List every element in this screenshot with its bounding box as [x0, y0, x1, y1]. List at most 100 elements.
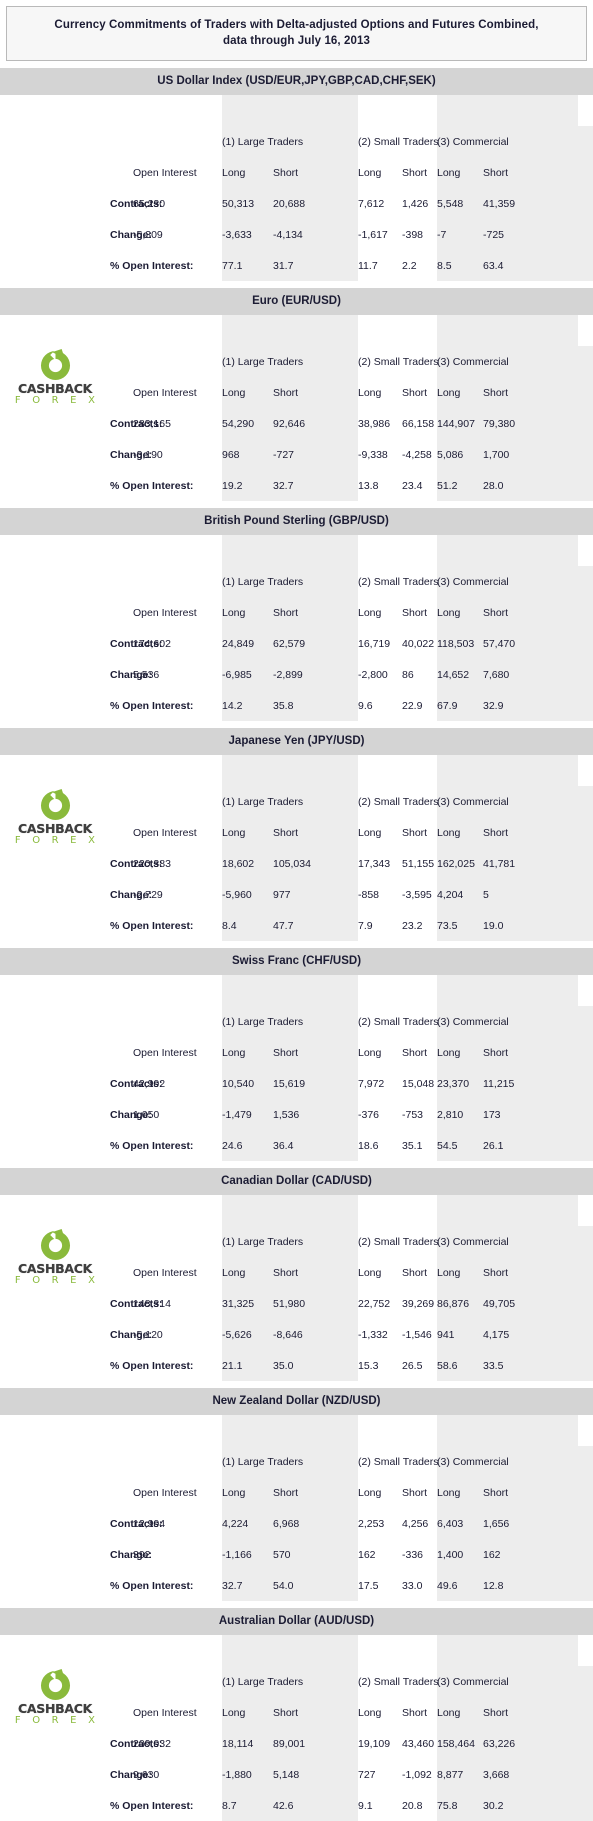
shade-pad	[578, 377, 593, 408]
cashback-forex-logo[interactable]: CASHBACK F O R E X	[9, 788, 101, 846]
group-header-small-traders: (2) Small Traders	[358, 1235, 439, 1248]
contracts-g3-short: 63,226	[483, 1728, 578, 1759]
change-g3-long: 4,204	[437, 879, 483, 910]
group-header-large-traders: (1) Large Traders	[222, 1226, 358, 1257]
group-header-large-traders: (1) Large Traders	[222, 126, 358, 157]
empty-cell	[0, 1099, 110, 1130]
spacer-cell	[578, 755, 593, 786]
pct-g1-short: 54.0	[273, 1570, 358, 1601]
contracts-open-interest: 283,165	[133, 417, 171, 430]
contracts-g1-long: 50,313	[222, 188, 273, 219]
shade-pad	[578, 219, 593, 250]
pct-g1-short: 47.7	[273, 910, 358, 941]
group-header-commercial: (3) Commercial	[437, 126, 578, 157]
empty-cell	[110, 1257, 133, 1288]
row-label-change: Change:	[110, 1768, 152, 1781]
currency-section-4: Swiss Franc (CHF/USD) (1) Large Traders …	[0, 948, 593, 1161]
contracts-open-interest: 220,383	[133, 857, 171, 870]
empty-cell	[110, 157, 133, 188]
spacer-cell	[133, 1635, 222, 1666]
table-row-change: Change: 5,536 -6,985 -2,899 -2,800 86 14…	[0, 659, 593, 690]
cashback-forex-logo[interactable]: CASHBACK F O R E X	[9, 1228, 101, 1286]
pct-g2-long: 17.5	[358, 1579, 379, 1592]
pct-g3-long: 67.9	[437, 690, 483, 721]
group2-spacer	[358, 95, 437, 126]
spacer-cell	[133, 315, 222, 346]
pct-g3-short: 32.9	[483, 690, 578, 721]
empty-cell	[133, 1446, 222, 1477]
table-row-change: Change: -3,190 968 -727 -9,338 -4,258 5,…	[0, 439, 593, 470]
table-row-change: Change: 9,630 -1,880 5,148 727 -1,092 8,…	[0, 1759, 593, 1790]
logo-cell: CASHBACK F O R E X	[0, 346, 110, 408]
pct-g1-long: 19.2	[222, 470, 273, 501]
cot-table: CASHBACK F O R E X (1) Large Traders (2) …	[0, 1195, 593, 1381]
pct-g1-short: 32.7	[273, 470, 358, 501]
empty-cell	[0, 628, 110, 659]
empty-cell	[0, 1728, 110, 1759]
spacer-cell	[578, 95, 593, 126]
section-header-6: New Zealand Dollar (NZD/USD)	[0, 1388, 593, 1415]
pct-g1-short: 31.7	[273, 250, 358, 281]
empty-cell	[0, 659, 110, 690]
spacer-cell	[578, 535, 593, 566]
shade-pad	[578, 1477, 593, 1508]
currency-section-1: Euro (EUR/USD) CASHBACK F O R E X (1) La…	[0, 288, 593, 501]
spacer-cell	[110, 95, 133, 126]
col-header-g2-long: Long	[358, 606, 382, 619]
group-header-large-traders: (1) Large Traders	[222, 566, 358, 597]
group2-spacer	[358, 755, 437, 786]
pct-g1-long: 8.7	[222, 1790, 273, 1821]
change-g2-long: -1,332	[358, 1328, 388, 1341]
col-header-g2-long: Long	[358, 1706, 382, 1719]
change-g1-short: -4,134	[273, 219, 358, 250]
group-header-commercial: (3) Commercial	[437, 786, 578, 817]
empty-cell	[0, 1790, 110, 1821]
shade-pad	[578, 1130, 593, 1161]
pct-g3-long: 54.5	[437, 1130, 483, 1161]
logo-wordmark-forex: F O R E X	[14, 1714, 100, 1726]
empty-cell	[110, 1226, 133, 1257]
shade-pad	[578, 848, 593, 879]
group-header-commercial: (3) Commercial	[437, 1226, 578, 1257]
pct-g2-short: 35.1	[402, 1139, 423, 1152]
cashback-forex-logo[interactable]: CASHBACK F O R E X	[9, 348, 101, 406]
col-header-g3-long: Long	[437, 1037, 483, 1068]
contracts-g3-long: 144,907	[437, 408, 483, 439]
change-g1-short: 5,148	[273, 1759, 358, 1790]
change-g3-long: 2,810	[437, 1099, 483, 1130]
group2-spacer	[358, 975, 437, 1006]
empty-cell	[0, 250, 110, 281]
shade-pad	[578, 157, 593, 188]
spacer-cell	[133, 95, 222, 126]
col-header-open-interest: Open Interest	[133, 386, 197, 399]
contracts-g3-long: 5,548	[437, 188, 483, 219]
col-header-g3-short: Short	[483, 1477, 578, 1508]
group3-spacer	[437, 975, 578, 1006]
change-g1-short: 570	[273, 1539, 358, 1570]
change-g2-short: 86	[402, 668, 414, 681]
empty-cell	[133, 1666, 222, 1697]
pct-g3-short: 19.0	[483, 910, 578, 941]
row-label-change: Change:	[110, 888, 152, 901]
report-title-line-1: Currency Commitments of Traders with Del…	[54, 19, 539, 31]
table-row-pct-open-interest: % Open Interest: 77.1 31.7 11.7 2.2 8.5 …	[0, 250, 593, 281]
row-label-contracts: Contracts:	[110, 857, 163, 870]
row-label-pct-open-interest: % Open Interest:	[110, 919, 194, 932]
table-row-change: Change: -5,309 -3,633 -4,134 -1,617 -398…	[0, 219, 593, 250]
empty-cell	[0, 219, 110, 250]
contracts-g3-short: 1,656	[483, 1508, 578, 1539]
currency-section-3: Japanese Yen (JPY/USD) CASHBACK F O R E …	[0, 728, 593, 941]
group-header-row: CASHBACK F O R E X (1) Large Traders (2) …	[0, 1226, 593, 1286]
table-spacer-row	[0, 755, 593, 786]
table-row-contracts: Contracts: 12,904 4,224 6,968 2,253 4,25…	[0, 1508, 593, 1539]
table-spacer-row	[0, 95, 593, 126]
spacer-cell	[110, 975, 133, 1006]
shade-pad	[578, 1257, 593, 1288]
col-header-open-interest: Open Interest	[133, 826, 197, 839]
empty-cell	[0, 1759, 110, 1790]
group-header-small-traders: (2) Small Traders	[358, 1015, 439, 1028]
contracts-g2-long: 38,986	[358, 417, 391, 430]
change-open-interest: -3,190	[133, 448, 163, 461]
spacer-cell	[0, 975, 110, 1006]
cashback-forex-logo[interactable]: CASHBACK F O R E X	[9, 1668, 101, 1726]
